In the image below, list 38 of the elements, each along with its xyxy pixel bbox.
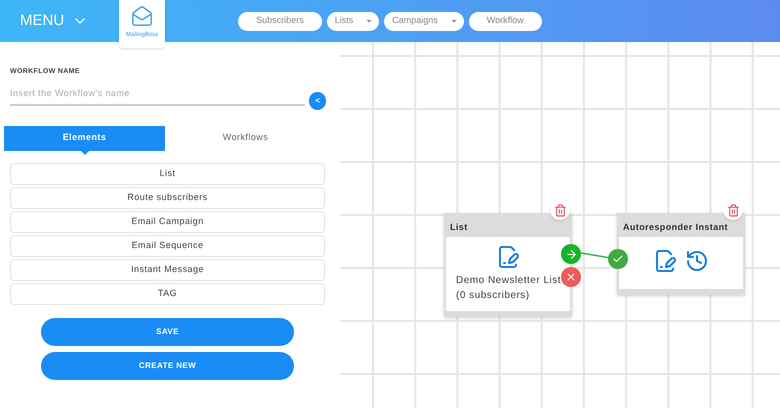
workflow-node[interactable]: List Demo Newsletter List (0 subscribers) <box>444 213 572 317</box>
workflow-name-input[interactable]: Insert the Workflow's name <box>10 82 306 106</box>
collapse-button[interactable]: < <box>309 92 326 110</box>
nav-pill[interactable]: Campaigns <box>384 12 464 30</box>
connect-button[interactable] <box>561 244 581 264</box>
tab[interactable]: Workflows <box>165 126 326 150</box>
close-icon <box>565 271 577 283</box>
element-item[interactable]: List <box>10 162 325 184</box>
nav-pill[interactable]: Lists <box>326 12 380 30</box>
node-title: Autoresponder Instant <box>623 220 728 234</box>
edit-document-icon[interactable] <box>653 249 677 273</box>
workflow-canvas[interactable]: List Demo Newsletter List (0 subscribers) Autoresponder Instant <box>340 42 780 408</box>
arrow-icon <box>564 248 578 260</box>
caret-icon <box>450 17 458 25</box>
trash-icon <box>554 204 566 216</box>
action-button[interactable]: SAVE <box>41 318 294 346</box>
clock-refresh-icon[interactable] <box>685 249 709 273</box>
trash-icon <box>726 204 740 216</box>
caret-icon <box>365 17 374 25</box>
element-item[interactable]: Instant Message <box>10 258 325 280</box>
edit-document-icon[interactable] <box>496 245 520 269</box>
delete-button[interactable] <box>550 200 570 220</box>
node-title: List <box>450 220 468 234</box>
action-button[interactable]: CREATE NEW <box>41 352 294 380</box>
connector-line <box>581 252 611 260</box>
element-item[interactable]: Email Campaign <box>10 210 325 232</box>
workflow-node[interactable]: Autoresponder Instant <box>617 213 745 295</box>
check-icon <box>612 253 624 265</box>
nav-pill[interactable]: Subscribers <box>238 12 322 30</box>
node-text: Demo Newsletter List <box>455 274 562 288</box>
nav-pill[interactable]: Workflow <box>468 12 542 30</box>
delete-button[interactable] <box>723 200 743 220</box>
element-item[interactable]: Email Sequence <box>10 234 325 256</box>
envelope-icon <box>131 5 153 27</box>
element-item[interactable]: Route subscribers <box>10 186 325 208</box>
node-subtext: (0 subscribers) <box>455 289 530 303</box>
remove-button[interactable] <box>561 267 581 287</box>
element-item[interactable]: TAG <box>10 282 325 304</box>
